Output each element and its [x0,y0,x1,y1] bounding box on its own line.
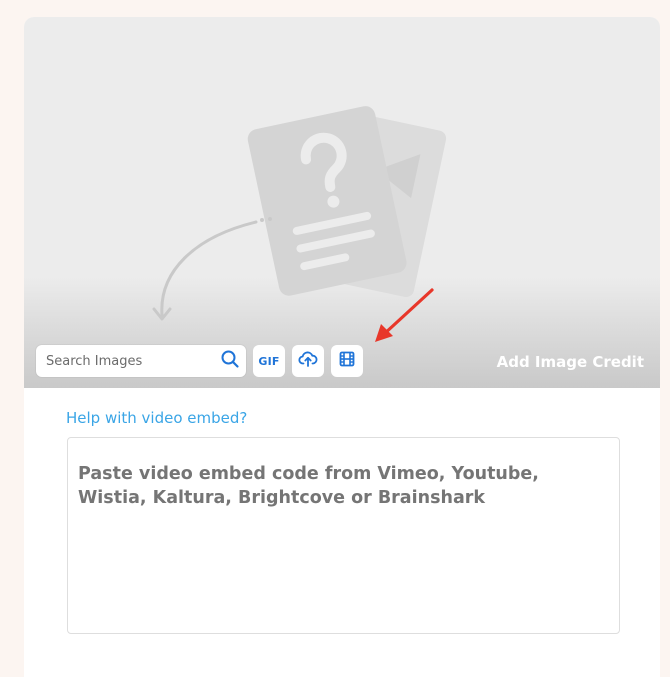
content-card: GIF [24,17,660,677]
film-icon [338,350,356,372]
search-images-box[interactable] [36,345,246,377]
video-embed-textarea[interactable] [78,462,608,622]
gif-button-label: GIF [258,354,280,368]
red-arrow-annotation [375,288,434,342]
help-video-embed-link[interactable]: Help with video embed? [66,409,247,427]
image-toolbar: GIF [36,345,363,377]
image-drop-area[interactable]: GIF [24,17,660,388]
missing-image-document-icon [152,106,447,321]
upload-button[interactable] [292,345,324,377]
cloud-upload-icon [298,349,318,373]
video-embed-box[interactable] [67,437,620,634]
add-image-credit-button[interactable]: Add Image Credit [497,353,644,371]
gif-button[interactable]: GIF [253,345,285,377]
video-button[interactable] [331,345,363,377]
search-images-input[interactable] [46,353,220,369]
search-icon[interactable] [220,349,240,373]
